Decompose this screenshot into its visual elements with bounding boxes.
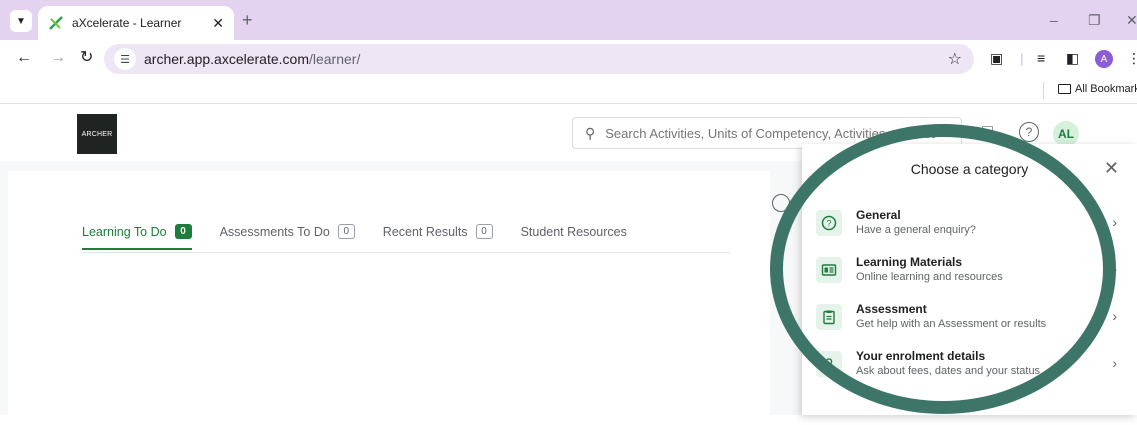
- restore-icon[interactable]: ❐: [1088, 12, 1101, 29]
- category-desc: Get help with an Assessment or results: [856, 318, 1047, 330]
- axcelerate-favicon-icon: [49, 16, 63, 30]
- category-learning-materials[interactable]: Learning Materials Online learning and r…: [802, 251, 1137, 298]
- panel-title: Choose a category: [910, 161, 1029, 177]
- category-title: General: [856, 208, 901, 222]
- minimize-icon[interactable]: –: [1050, 12, 1058, 28]
- chevron-right-icon: ›: [1112, 261, 1117, 277]
- category-title: Your enrolment details: [856, 349, 986, 363]
- learner-tabs: Learning To Do 0 Assessments To Do 0 Rec…: [82, 224, 627, 250]
- profile-avatar[interactable]: A: [1095, 50, 1113, 68]
- reload-icon[interactable]: ↻: [80, 49, 93, 67]
- tab-title: aXcelerate - Learner: [72, 16, 182, 30]
- bookmark-star-icon[interactable]: ☆: [948, 49, 962, 69]
- close-icon[interactable]: ✕: [1104, 158, 1119, 179]
- chevron-right-icon: ›: [1112, 355, 1117, 371]
- url-text: archer.app.axcelerate.com/learner/: [144, 51, 360, 67]
- tab-search-dropdown-icon[interactable]: ▼: [10, 10, 32, 32]
- panel-header: ← Choose a category ✕: [802, 144, 1137, 196]
- browser-tab[interactable]: aXcelerate - Learner ✕: [38, 6, 234, 40]
- svg-text:?: ?: [826, 219, 831, 229]
- browser-tab-bar: ▼ aXcelerate - Learner ✕ + – ❐ ✕: [0, 0, 1137, 40]
- category-desc: Have a general enquiry?: [856, 224, 976, 236]
- book-card-icon: [816, 257, 842, 283]
- bookmarks-bar: All Bookmarks: [0, 78, 1137, 104]
- extensions-icon[interactable]: ▣: [990, 50, 1003, 66]
- tab-label: Student Resources: [520, 224, 627, 239]
- tab-close-icon[interactable]: ✕: [212, 15, 224, 32]
- url-path: /learner/: [308, 51, 361, 67]
- site-settings-icon[interactable]: ☰: [114, 48, 136, 70]
- tab-count-badge: 0: [337, 224, 355, 239]
- tab-label: Learning To Do: [82, 224, 167, 239]
- window-close-icon[interactable]: ✕: [1126, 12, 1137, 29]
- category-desc: Online learning and resources: [856, 271, 1003, 283]
- calendar-icon[interactable]: □: [982, 121, 993, 142]
- back-arrow-icon[interactable]: ←: [16, 49, 32, 67]
- tab-recent-results[interactable]: Recent Results 0: [383, 224, 493, 249]
- partial-circle-icon[interactable]: [772, 194, 790, 212]
- help-icon[interactable]: ?: [1019, 122, 1039, 142]
- reading-list-icon[interactable]: ≡: [1037, 50, 1045, 66]
- tab-label: Recent Results: [382, 224, 468, 239]
- all-bookmarks-button[interactable]: All Bookmarks: [1058, 83, 1137, 95]
- category-title: Assessment: [856, 302, 927, 316]
- category-enrolment-details[interactable]: Your enrolment details Ask about fees, d…: [802, 345, 1137, 392]
- category-panel: ← Choose a category ✕ ? General Have a g…: [802, 144, 1137, 415]
- menu-icon[interactable]: ⋮: [1127, 50, 1137, 66]
- folder-icon: [1058, 84, 1071, 94]
- category-title: Learning Materials: [856, 255, 963, 269]
- all-bookmarks-label: All Bookmarks: [1075, 83, 1137, 95]
- tab-assessments-to-do[interactable]: Assessments To Do 0: [220, 224, 355, 249]
- search-input[interactable]: [605, 125, 936, 141]
- tab-learning-to-do[interactable]: Learning To Do 0: [82, 224, 192, 250]
- address-bar[interactable]: ☰ archer.app.axcelerate.com/learner/ ☆: [104, 44, 974, 74]
- category-desc: Ask about fees, dates and your status: [856, 365, 1041, 377]
- tabs-divider: [82, 252, 730, 253]
- tab-count-badge: 0: [174, 224, 192, 239]
- category-assessment[interactable]: Assessment Get help with an Assessment o…: [802, 298, 1137, 345]
- tab-student-resources[interactable]: Student Resources: [521, 225, 627, 249]
- url-host: archer.app.axcelerate.com: [144, 51, 309, 67]
- new-tab-icon[interactable]: +: [242, 11, 253, 29]
- tab-label: Assessments To Do: [219, 224, 330, 239]
- learner-card: [8, 171, 770, 425]
- person-icon: [816, 351, 842, 377]
- clipboard-icon: [816, 304, 842, 330]
- bookmarks-divider: [1043, 82, 1044, 100]
- side-panel-icon[interactable]: ◧: [1066, 50, 1079, 66]
- browser-toolbar: ← → ↻ ☰ archer.app.axcelerate.com/learne…: [0, 40, 1137, 78]
- chevron-right-icon: ›: [1112, 308, 1117, 324]
- tab-count-badge: 0: [475, 224, 493, 239]
- category-general[interactable]: ? General Have a general enquiry? ›: [802, 204, 1137, 251]
- forward-arrow-icon[interactable]: →: [50, 49, 66, 67]
- chevron-right-icon: ›: [1112, 214, 1117, 230]
- search-icon: ⚲: [585, 124, 596, 141]
- question-circle-icon: ?: [816, 210, 842, 236]
- toolbar-divider: |: [1020, 50, 1024, 66]
- archer-logo[interactable]: ARCHER: [77, 114, 117, 154]
